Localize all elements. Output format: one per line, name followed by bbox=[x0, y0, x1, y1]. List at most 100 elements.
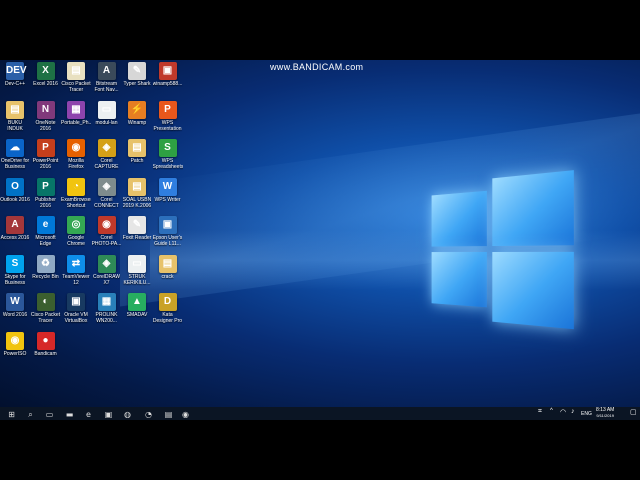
notepad-taskbar-icon[interactable]: ▤ bbox=[163, 409, 174, 420]
desktop-icon-label: Patch bbox=[130, 158, 144, 164]
desktop-icon-label: Bandicam bbox=[34, 350, 57, 357]
notification-icon[interactable]: ▢ bbox=[630, 408, 637, 416]
desktop-icon-folder[interactable]: ▤ Patch bbox=[122, 139, 152, 164]
desktop-icon-label: Corel CAPTURE X7 bbox=[94, 158, 119, 170]
wps-writer-icon: W bbox=[158, 177, 177, 196]
desktop-icon-onedrive[interactable]: ☁ OneDrive for Business bbox=[0, 139, 30, 170]
network-icon[interactable]: ⌗ bbox=[538, 408, 542, 416]
desktop-icon-corel-connect[interactable]: ◈Corel CONNECT X7 bbox=[92, 177, 122, 209]
start-icon[interactable]: ⊞ bbox=[6, 409, 17, 420]
desktop-icon-corel-capture[interactable]: ◈Corel CAPTURE X7 bbox=[92, 139, 122, 170]
store-icon[interactable]: ▣ bbox=[103, 409, 114, 420]
outlook-icon: O bbox=[6, 177, 24, 196]
desktop-icon-epson-guide[interactable]: ▣ Epson User's Guide L11... bbox=[153, 216, 183, 247]
desktop-icon-winamp-installer[interactable]: ▣ winamp588... bbox=[153, 62, 183, 87]
logo-pane bbox=[492, 251, 574, 330]
desktop-icon-folder[interactable]: ▤ BUKU INDUK bbox=[0, 100, 30, 132]
wifi-icon[interactable]: ◠ bbox=[560, 408, 566, 416]
word-icon: W bbox=[6, 293, 24, 311]
desktop-icon-label: Word 2016 bbox=[2, 312, 28, 318]
desktop-icon-edge[interactable]: e Microsoft Edge bbox=[31, 216, 61, 247]
dx-app-icon[interactable]: ◍ bbox=[122, 409, 133, 420]
desktop-icon-label: winamp588... bbox=[152, 81, 183, 87]
onenote-icon: N bbox=[36, 100, 55, 119]
desktop-icon-label: ExamBrowser Shortcut bbox=[61, 196, 91, 209]
desktop-icon-word[interactable]: W Word 2016 bbox=[0, 293, 30, 318]
desktop-icon-onenote[interactable]: N OneNote 2016 bbox=[31, 100, 61, 132]
desktop-icon-coreldraw[interactable]: ◈ CorelDRAW X7 bbox=[92, 254, 122, 286]
logo-pane bbox=[431, 190, 487, 247]
desktop-icon-folder[interactable]: ▤ SOAL USBN 2019 K.2006 bbox=[122, 177, 152, 209]
edge-taskbar-icon[interactable]: e bbox=[83, 409, 94, 420]
task-view-icon[interactable]: ▭ bbox=[44, 409, 55, 420]
desktop-icon-bandicam[interactable]: ● Bandicam bbox=[31, 331, 61, 357]
desktop-icon-label: WPS Presentation bbox=[153, 119, 182, 132]
desktop-icon-prolink[interactable]: ▦ PROLINK WN200... bbox=[92, 293, 122, 324]
desktop-icon-label: Epson User's Guide L11... bbox=[152, 235, 183, 247]
desktop-icon-excel[interactable]: X Excel 2016 bbox=[31, 62, 61, 87]
desktop-icon-foxit-reader[interactable]: ✎ Foxit Reader bbox=[122, 216, 152, 241]
desktop-icon-file[interactable]: ▤Cisco Packet Tracer 6.0.1... bbox=[61, 62, 91, 93]
desktop-icon-outlook[interactable]: O Outlook 2016 bbox=[0, 177, 30, 203]
desktop-icon-folder[interactable]: ▤ crack bbox=[153, 254, 183, 280]
tray-arrow-icon[interactable]: ^ bbox=[550, 408, 553, 414]
poweriso-icon: ◉ bbox=[6, 331, 24, 350]
desktop-icon-wps-presentation[interactable]: P WPS Presentation bbox=[153, 100, 183, 132]
desktop-icon-label: Dev-C++ bbox=[4, 81, 25, 87]
desktop-icon-label: Recycle Bin bbox=[32, 273, 59, 280]
desktop-icon-label: OneDrive for Business bbox=[0, 158, 30, 170]
desktop-icon-label: Typer Shark bbox=[123, 81, 151, 87]
exambrowser-taskbar-icon[interactable]: ◔ bbox=[143, 409, 154, 420]
winamp-icon: ⚡ bbox=[128, 100, 146, 119]
folder-icon: ▤ bbox=[128, 177, 146, 196]
file-explorer-icon[interactable]: ▬ bbox=[64, 409, 75, 420]
desktop-icon-label: Outlook 2016 bbox=[0, 196, 30, 203]
letterbox-top bbox=[0, 0, 640, 60]
desktop-icon-font-navigator[interactable]: A Bitstream Font Nav... bbox=[92, 62, 122, 93]
corel-connect-icon: ◈ bbox=[97, 177, 116, 196]
desktop-icon-teamviewer[interactable]: ⇄ TeamViewer 12 bbox=[61, 254, 91, 286]
desktop-icon-access[interactable]: A Access 2016 bbox=[0, 216, 30, 241]
desktop-icon-devcpp[interactable]: DEV Dev-C++ bbox=[0, 62, 30, 87]
language-indicator[interactable]: ENG bbox=[581, 411, 592, 417]
bandicam-taskbar-icon[interactable]: ◉ bbox=[180, 409, 191, 420]
desktop-icon-wps-writer[interactable]: W WPS Writer bbox=[153, 177, 183, 203]
wps-presentation-icon: P bbox=[158, 100, 177, 119]
desktop-icon-document[interactable]: ▭ modul-lan bbox=[92, 100, 122, 126]
desktop-icon-powerpoint[interactable]: P PowerPoint 2016 bbox=[31, 139, 61, 170]
desktop-icon-label: Oracle VM VirtualBox bbox=[64, 312, 88, 324]
desktop[interactable]: www.BANDICAM.com DEV Dev-C++ X Excel 2016 ▤ C… bbox=[0, 60, 640, 407]
desktop-icon-label: TeamViewer 12 bbox=[62, 273, 90, 286]
document-icon: ▭ bbox=[128, 254, 146, 273]
desktop-icon-corel-photopaint[interactable]: ◉ Corel PHOTO-PA... bbox=[92, 216, 122, 247]
desktop-icon-label: Access 2016 bbox=[0, 235, 30, 241]
desktop-icon-chrome[interactable]: ◎ Google Chrome bbox=[61, 216, 91, 247]
desktop-icon-wps-spreadsheets[interactable]: S WPS Spreadsheets bbox=[153, 139, 183, 170]
firefox-icon: ◉ bbox=[67, 139, 85, 157]
foxit-reader-icon: ✎ bbox=[128, 216, 146, 234]
desktop-icon-cisco-packet-tracer[interactable]: ◐ Cisco Packet Tracer bbox=[31, 293, 61, 324]
desktop-icon-document[interactable]: ▭ STRUK KERIKILU... bbox=[122, 254, 152, 286]
winamp-installer-icon: ▣ bbox=[158, 62, 177, 80]
volume-icon[interactable]: ♪ bbox=[571, 408, 575, 415]
desktop-icon-virtualbox[interactable]: ▣ Oracle VM VirtualBox bbox=[61, 293, 91, 324]
windows-logo-wallpaper bbox=[431, 170, 574, 336]
desktop-icon-designer-pro[interactable]: DKata Designer Pro X9 (32-... bbox=[153, 293, 183, 324]
search-icon[interactable]: ⌕ bbox=[25, 409, 36, 420]
clock[interactable]: 8:13 AM 9/11/2019 bbox=[596, 407, 614, 419]
desktop-icon-smadav[interactable]: ▲ SMADAV bbox=[122, 293, 152, 318]
desktop-icon-firefox[interactable]: ◉ Mozilla Firefox bbox=[61, 139, 91, 170]
desktop-icon-archive[interactable]: ▦ Portable_Ph... bbox=[61, 100, 91, 126]
desktop-icon-skype[interactable]: SSkype for Business 2016 bbox=[0, 254, 30, 286]
desktop-icon-exambrowser[interactable]: ◔ ExamBrowser Shortcut bbox=[61, 177, 91, 209]
desktop-icon-typer-shark[interactable]: ✎ Typer Shark bbox=[122, 62, 152, 87]
desktop-icon-label: BUKU INDUK bbox=[7, 119, 23, 132]
teamviewer-icon: ⇄ bbox=[67, 254, 85, 273]
desktop-icon-winamp[interactable]: ⚡ Winamp bbox=[122, 100, 152, 126]
excel-icon: X bbox=[36, 62, 55, 80]
desktop-icon-label: Winamp bbox=[127, 119, 147, 126]
desktop-icon-recycle-bin[interactable]: ♻ Recycle Bin bbox=[31, 254, 61, 280]
desktop-icon-poweriso[interactable]: ◉ PowerISO bbox=[0, 331, 30, 357]
folder-icon: ▤ bbox=[128, 139, 146, 157]
desktop-icon-publisher[interactable]: P Publisher 2016 bbox=[31, 177, 61, 209]
